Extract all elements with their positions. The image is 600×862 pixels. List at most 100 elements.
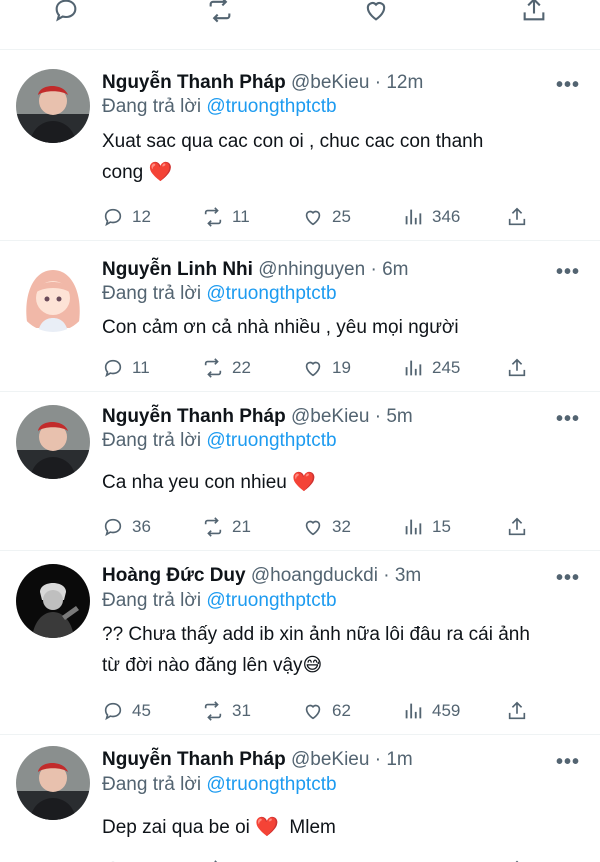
avatar[interactable] — [16, 258, 90, 332]
retweet-icon[interactable] — [206, 0, 236, 26]
view-count: 15 — [432, 517, 451, 536]
timestamp[interactable]: 6m — [382, 259, 408, 280]
share-icon — [508, 358, 526, 377]
more-options-icon[interactable]: ••• — [556, 75, 579, 99]
retweet-button[interactable]: 22 — [202, 355, 251, 381]
tweet-text-line: cong — [102, 162, 144, 183]
tweet-header: Nguyễn Thanh Pháp @beKieu · 12m — [102, 71, 423, 95]
author-name[interactable]: Nguyễn Thanh Pháp — [102, 72, 286, 93]
separator-dot: · — [374, 406, 382, 427]
more-options-icon[interactable]: ••• — [556, 262, 579, 286]
heart-emoji: ❤️ — [148, 162, 173, 183]
avatar[interactable] — [16, 405, 90, 479]
avatar[interactable] — [16, 69, 90, 143]
like-icon — [305, 520, 321, 536]
views-button[interactable]: 346 — [402, 204, 460, 230]
reply-icon — [104, 359, 122, 378]
view-count: 459 — [432, 701, 461, 720]
like-count: 62 — [332, 701, 351, 720]
tweet[interactable]: Nguyễn Linh Nhi @nhinguyen · 6m ••• Đang… — [0, 242, 600, 392]
author-handle[interactable]: @nhinguyen — [258, 259, 365, 280]
reply-button[interactable] — [102, 857, 132, 862]
retweet-button[interactable]: 21 — [202, 514, 251, 540]
reply-count: 45 — [132, 701, 151, 720]
mention-link[interactable]: @truongthptctb — [206, 283, 336, 304]
tweet[interactable]: Nguyễn Thanh Pháp @beKieu · 12m ••• Đang… — [0, 51, 600, 241]
reply-icon[interactable] — [52, 0, 82, 26]
reply-count: 36 — [132, 517, 151, 536]
tweet-header: Nguyễn Linh Nhi @nhinguyen · 6m — [102, 258, 409, 282]
retweet-icon — [204, 701, 222, 721]
mention-link[interactable]: @truongthptctb — [206, 590, 336, 611]
reply-button[interactable]: 12 — [102, 204, 151, 230]
reply-button[interactable]: 11 — [102, 355, 150, 381]
share-icon[interactable] — [520, 0, 550, 26]
view-count: 346 — [432, 207, 461, 226]
tweet-text-line: Xuat sac qua cac con oi , chuc cac con t… — [102, 131, 484, 152]
more-options-icon[interactable]: ••• — [556, 568, 579, 592]
reply-icon — [104, 208, 122, 227]
retweet-icon — [204, 207, 222, 227]
tweet-text: Dep zai qua be oi ❤️ Mlem — [102, 812, 572, 843]
views-button[interactable]: 15 — [402, 514, 451, 540]
like-button[interactable] — [302, 857, 332, 862]
views-icon — [405, 209, 422, 225]
retweet-icon — [204, 517, 222, 537]
author-name[interactable]: Nguyễn Thanh Pháp — [102, 406, 286, 427]
like-button[interactable]: 19 — [302, 355, 351, 381]
replying-to-label: Đang trả lời — [102, 430, 202, 451]
replying-to-label: Đang trả lời — [102, 590, 202, 611]
retweet-button[interactable]: 31 — [202, 698, 251, 724]
mention-link[interactable]: @truongthptctb — [206, 430, 336, 451]
views-button[interactable]: 459 — [402, 698, 460, 724]
timestamp[interactable]: 12m — [386, 72, 423, 93]
author-name[interactable]: Nguyễn Linh Nhi — [102, 259, 253, 280]
heart-emoji: ❤️ — [292, 472, 316, 493]
tweet-actions: 11 22 19 245 — [102, 355, 532, 381]
reply-icon — [104, 518, 122, 537]
author-name[interactable]: Hoàng Đức Duy — [102, 565, 246, 586]
reply-button[interactable]: 36 — [102, 514, 151, 540]
author-name[interactable]: Nguyễn Thanh Pháp — [102, 749, 286, 770]
reply-count: 12 — [132, 207, 151, 226]
tweet-text: Con cảm ơn cả nhà nhiều , yêu mọi người — [102, 312, 572, 343]
author-handle[interactable]: @beKieu — [291, 72, 369, 93]
reply-button[interactable]: 45 — [102, 698, 151, 724]
views-button[interactable] — [402, 857, 432, 862]
avatar[interactable] — [16, 746, 90, 820]
timestamp[interactable]: 1m — [386, 749, 412, 770]
tweet-text-suffix: Mlem — [289, 817, 336, 838]
mention-link[interactable]: @truongthptctb — [206, 774, 336, 795]
share-button[interactable] — [506, 698, 536, 724]
tweet[interactable]: Hoàng Đức Duy @hoangduckdi · 3m ••• Đang… — [0, 552, 600, 735]
share-icon — [508, 517, 526, 536]
like-button[interactable]: 62 — [302, 698, 351, 724]
like-button[interactable]: 32 — [302, 514, 351, 540]
tweet[interactable]: Nguyễn Thanh Pháp @beKieu · 1m ••• Đang … — [0, 736, 600, 862]
share-button[interactable] — [506, 204, 536, 230]
retweet-button[interactable] — [202, 857, 232, 862]
more-options-icon[interactable]: ••• — [556, 752, 579, 776]
share-button[interactable] — [506, 355, 536, 381]
tweet-text: Xuat sac qua cac con oi , chuc cac con t… — [102, 126, 572, 188]
author-handle[interactable]: @beKieu — [291, 749, 369, 770]
views-button[interactable]: 245 — [402, 355, 460, 381]
author-handle[interactable]: @beKieu — [291, 406, 369, 427]
retweet-button[interactable]: 11 — [202, 204, 250, 230]
avatar[interactable] — [16, 564, 90, 638]
like-icon[interactable] — [362, 0, 392, 26]
more-options-icon[interactable]: ••• — [556, 409, 579, 433]
like-count: 32 — [332, 517, 351, 536]
tweet[interactable]: Nguyễn Thanh Pháp @beKieu · 5m ••• Đang … — [0, 393, 600, 551]
timestamp[interactable]: 5m — [386, 406, 412, 427]
heart-emoji: ❤️ — [255, 817, 279, 838]
share-button[interactable] — [506, 857, 536, 862]
timestamp[interactable]: 3m — [395, 565, 421, 586]
mention-link[interactable]: @truongthptctb — [206, 96, 336, 117]
share-button[interactable] — [506, 514, 536, 540]
replying-to: Đang trả lời @truongthptctb — [102, 282, 337, 306]
like-button[interactable]: 25 — [302, 204, 351, 230]
tweet-header: Hoàng Đức Duy @hoangduckdi · 3m — [102, 564, 421, 588]
author-handle[interactable]: @hoangduckdi — [251, 565, 378, 586]
retweet-count: 31 — [232, 701, 251, 720]
